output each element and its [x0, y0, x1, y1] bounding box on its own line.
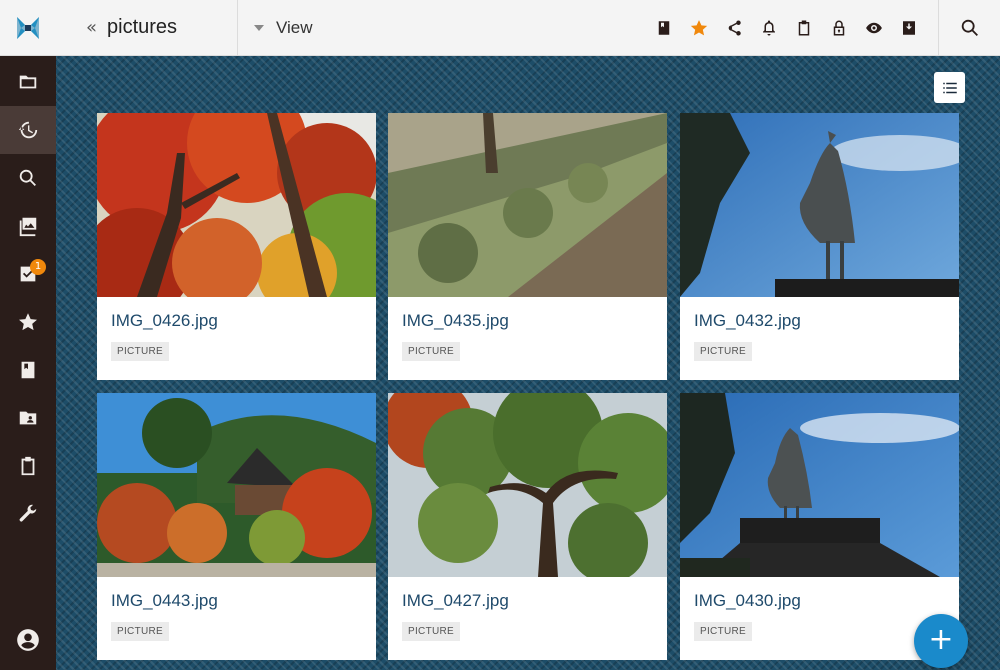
file-card[interactable]: IMG_0426.jpg PICTURE [97, 113, 376, 380]
file-card[interactable]: IMG_0427.jpg PICTURE [388, 393, 667, 660]
view-menu[interactable]: View [238, 0, 313, 56]
account-button[interactable] [0, 624, 56, 656]
share-button[interactable] [716, 0, 751, 56]
star-icon [19, 313, 37, 331]
global-search-button[interactable] [938, 0, 1000, 56]
sidebar-item-search[interactable] [0, 154, 56, 202]
list-icon [942, 82, 957, 93]
app-logo[interactable] [0, 0, 56, 56]
share-icon [728, 20, 741, 36]
search-icon [961, 19, 978, 36]
sidebar: 1 [0, 0, 56, 670]
account-icon [17, 629, 39, 651]
clipboard-icon [798, 20, 809, 36]
clipboard-button[interactable] [786, 0, 821, 56]
view-menu-label: View [276, 17, 313, 37]
file-card[interactable]: IMG_0432.jpg PICTURE [680, 113, 959, 380]
top-bar: « pictures View [56, 0, 1000, 56]
lock-icon [833, 20, 844, 36]
thumbnail-image [97, 113, 376, 297]
favorite-button[interactable] [681, 0, 716, 56]
sidebar-item-recent[interactable] [0, 106, 56, 154]
file-type-tag: PICTURE [694, 342, 752, 361]
file-name: IMG_0435.jpg [402, 311, 509, 330]
file-type-tag: PICTURE [402, 342, 460, 361]
file-name: IMG_0432.jpg [694, 311, 801, 330]
notifications-button[interactable] [751, 0, 786, 56]
sidebar-item-admin[interactable] [0, 490, 56, 538]
thumbnail-image [388, 113, 667, 297]
gallery-icon [19, 217, 37, 237]
content-area: IMG_0426.jpg PICTURE IMG_0435.jpg PICTUR… [56, 56, 1000, 670]
file-card[interactable]: IMG_0443.jpg PICTURE [97, 393, 376, 660]
wrench-icon [19, 504, 37, 522]
archive-button[interactable] [891, 0, 926, 56]
sidebar-item-gallery[interactable] [0, 202, 56, 250]
watch-button[interactable] [856, 0, 891, 56]
file-type-tag: PICTURE [111, 622, 169, 641]
clipboard-icon [21, 456, 35, 476]
sidebar-item-clipboard[interactable] [0, 442, 56, 490]
sidebar-item-favorites[interactable] [0, 298, 56, 346]
book-button[interactable] [646, 0, 681, 56]
thumbnail-image [680, 113, 959, 297]
sidebar-item-files[interactable] [0, 58, 56, 106]
folder-icon [19, 75, 37, 89]
lock-button[interactable] [821, 0, 856, 56]
page-title: pictures [107, 16, 178, 38]
file-type-tag: PICTURE [694, 622, 752, 641]
file-type-tag: PICTURE [402, 622, 460, 641]
star-icon [690, 20, 707, 36]
plus-icon: + [928, 622, 954, 657]
sidebar-item-tasks[interactable]: 1 [0, 250, 56, 298]
bell-icon [762, 20, 775, 36]
thumbnail-image [97, 393, 376, 577]
shared-folder-icon [19, 411, 37, 425]
file-name: IMG_0443.jpg [111, 591, 218, 610]
sidebar-item-book[interactable] [0, 346, 56, 394]
list-view-toggle[interactable] [934, 72, 965, 103]
sidebar-item-shared[interactable] [0, 394, 56, 442]
file-card[interactable]: IMG_0430.jpg PICTURE [680, 393, 959, 660]
file-name: IMG_0426.jpg [111, 311, 218, 330]
thumbnail-image [680, 393, 959, 577]
title-area: « pictures [56, 0, 238, 56]
tasks-badge: 1 [30, 259, 46, 275]
book-icon [658, 21, 669, 35]
logo-icon [17, 16, 39, 39]
caret-down-icon [254, 24, 264, 31]
file-name: IMG_0427.jpg [402, 591, 509, 610]
collapse-sidebar-button[interactable]: « [86, 17, 97, 38]
book-icon [21, 361, 35, 379]
add-button[interactable]: + [914, 614, 968, 668]
toolbar [646, 0, 926, 56]
archive-icon [902, 21, 915, 35]
search-icon [19, 169, 36, 186]
file-name: IMG_0430.jpg [694, 591, 801, 610]
file-card[interactable]: IMG_0435.jpg PICTURE [388, 113, 667, 380]
eye-icon [865, 22, 882, 34]
thumbnail-image [388, 393, 667, 577]
file-type-tag: PICTURE [111, 342, 169, 361]
history-icon [18, 121, 38, 139]
